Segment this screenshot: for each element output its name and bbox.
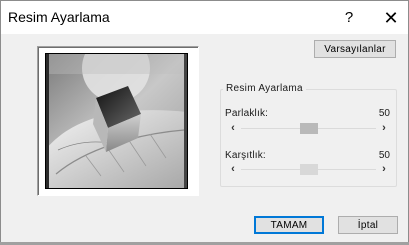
ok-button[interactable]: TAMAM bbox=[254, 216, 324, 234]
group-title: Resim Ayarlama bbox=[223, 83, 306, 94]
window-title: Resim Ayarlama bbox=[8, 9, 110, 25]
close-button[interactable]: ✕ bbox=[375, 4, 407, 32]
slider-thumb[interactable] bbox=[299, 123, 318, 134]
image-preview-frame bbox=[37, 46, 199, 196]
brightness-label: Parlaklık: bbox=[225, 108, 269, 119]
scroll-right-icon[interactable]: › bbox=[378, 121, 390, 135]
preview-picture bbox=[46, 54, 187, 188]
help-button[interactable]: ? bbox=[327, 4, 371, 32]
scroll-left-icon[interactable]: ‹ bbox=[227, 162, 239, 176]
contrast-slider[interactable]: ‹ › bbox=[227, 162, 390, 176]
cancel-button[interactable]: İptal bbox=[338, 216, 398, 234]
title-bar: Resim Ayarlama ? ✕ bbox=[1, 1, 408, 34]
defaults-button[interactable]: Varsayılanlar bbox=[314, 40, 396, 58]
image-adjust-dialog: Resim Ayarlama ? ✕ Varsayılanlar Resim A… bbox=[0, 0, 409, 245]
contrast-value: 50 bbox=[378, 150, 390, 161]
slider-thumb[interactable] bbox=[299, 164, 318, 175]
contrast-label: Karşıtlık: bbox=[225, 150, 266, 161]
scroll-right-icon[interactable]: › bbox=[378, 162, 390, 176]
image-preview bbox=[45, 53, 188, 189]
brightness-slider[interactable]: ‹ › bbox=[227, 121, 390, 135]
scroll-left-icon[interactable]: ‹ bbox=[227, 121, 239, 135]
brightness-value: 50 bbox=[378, 108, 390, 119]
